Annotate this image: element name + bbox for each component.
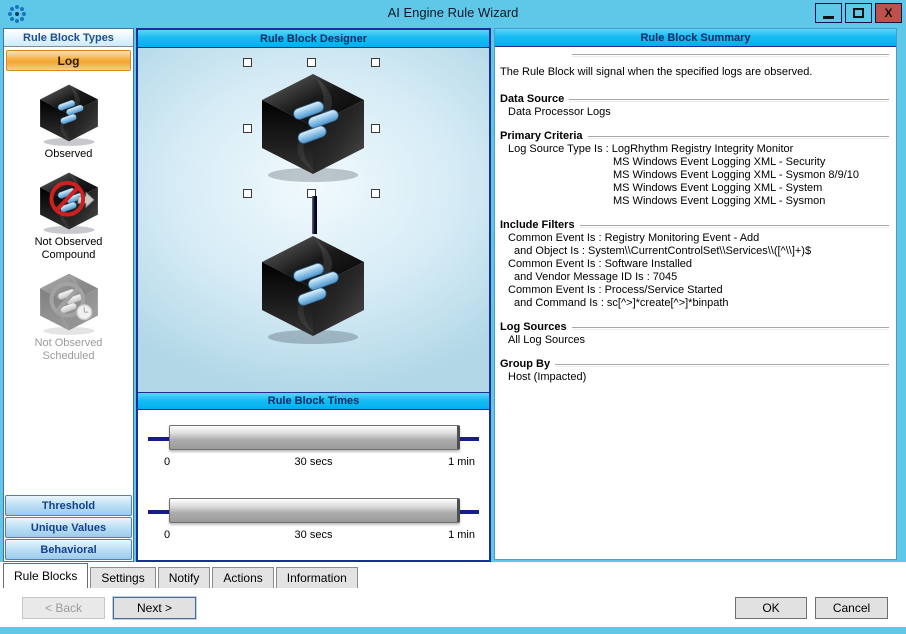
summary-intro-text: The Rule Block will signal when the spec… [500, 66, 889, 79]
section-line: MS Windows Event Logging XML - Sysmon [500, 195, 889, 208]
section-divider [588, 136, 889, 139]
slider2-mid-label: 30 secs [138, 529, 489, 541]
ok-button[interactable]: OK [735, 597, 807, 619]
section-line: MS Windows Event Logging XML - Security [500, 156, 889, 169]
type-item-label: Not Observed Compound [21, 236, 117, 262]
window-title: AI Engine Rule Wizard [0, 5, 906, 20]
section-title: Data Source [500, 93, 564, 106]
selection-handle[interactable] [243, 189, 252, 198]
rule-block-summary-body: The Rule Block will signal when the spec… [495, 47, 896, 559]
maximize-button[interactable] [845, 3, 872, 23]
section-title: Include Filters [500, 219, 575, 232]
maximize-icon [853, 8, 864, 18]
cancel-button[interactable]: Cancel [815, 597, 888, 619]
footer-bar: Rule Blocks Settings Notify Actions Info… [0, 562, 906, 627]
time-slider-range-2[interactable] [169, 498, 460, 523]
rule-block-types-panel: Rule Block Types Log Observed Not Observ… [3, 28, 134, 562]
section-line: MS Windows Event Logging XML - Sysmon 8/… [500, 169, 889, 182]
section-line: Data Processor Logs [500, 106, 889, 119]
rule-block-types-header: Rule Block Types [4, 29, 133, 47]
section-line: Common Event Is : Registry Monitoring Ev… [500, 232, 889, 245]
not-observed-compound-cube-icon [35, 167, 103, 235]
threshold-category-button[interactable]: Threshold [5, 495, 132, 516]
section-line: Common Event Is : Software Installed [500, 258, 889, 271]
tab-bar: Rule Blocks Settings Notify Actions Info… [3, 562, 360, 588]
rule-block-designer-panel: Rule Block Designer Rule Block Times 0 3… [136, 28, 491, 562]
section-line: and Object Is : System\\CurrentControlSe… [500, 245, 889, 258]
title-bar: AI Engine Rule Wizard X [0, 0, 906, 27]
slider2-max-label: 1 min [448, 529, 475, 541]
back-button[interactable]: < Back [22, 597, 105, 619]
type-item-not-observed-scheduled: Not Observed Scheduled [4, 268, 133, 363]
tab-settings[interactable]: Settings [90, 567, 155, 588]
log-category-button[interactable]: Log [6, 50, 131, 71]
section-line: Common Event Is : Process/Service Starte… [500, 284, 889, 297]
summary-divider [572, 54, 889, 57]
rule-block-1-cube[interactable] [253, 64, 373, 184]
section-title: Group By [500, 358, 550, 371]
tab-rule-blocks[interactable]: Rule Blocks [3, 563, 88, 588]
type-item-observed[interactable]: Observed [4, 79, 133, 161]
section-line: and Command Is : sc[^>]*create[^>]*binpa… [500, 297, 889, 310]
rule-block-designer-header: Rule Block Designer [138, 30, 489, 48]
selection-handle[interactable] [243, 58, 252, 67]
time-slider-range-1[interactable] [169, 425, 460, 450]
tab-actions[interactable]: Actions [212, 567, 273, 588]
section-divider [580, 225, 889, 228]
type-item-not-observed-compound[interactable]: Not Observed Compound [4, 167, 133, 262]
summary-section-group-by: Group By Host (Impacted) [500, 358, 889, 384]
section-divider [569, 99, 889, 102]
section-line: All Log Sources [500, 334, 889, 347]
summary-section-primary-criteria: Primary Criteria Log Source Type Is : Lo… [500, 130, 889, 208]
slider1-max-label: 1 min [448, 456, 475, 468]
minimize-button[interactable] [815, 3, 842, 23]
section-line: Host (Impacted) [500, 371, 889, 384]
window-controls: X [812, 3, 902, 23]
selection-handle[interactable] [243, 124, 252, 133]
unique-values-category-button[interactable]: Unique Values [5, 517, 132, 538]
section-line: MS Windows Event Logging XML - System [500, 182, 889, 195]
selection-handle[interactable] [371, 189, 380, 198]
rule-block-times-area: 0 30 secs 1 min 0 30 secs 1 min [138, 410, 489, 560]
rule-block-times-header: Rule Block Times [138, 392, 489, 410]
observed-cube-icon [35, 79, 103, 147]
tab-notify[interactable]: Notify [158, 567, 211, 588]
section-title: Log Sources [500, 321, 567, 334]
close-button[interactable]: X [875, 3, 902, 23]
ai-engine-rule-wizard-window: AI Engine Rule Wizard X Rule Block Types… [0, 0, 906, 634]
section-line: Log Source Type Is : LogRhythm Registry … [500, 143, 889, 156]
section-title: Primary Criteria [500, 130, 583, 143]
type-item-label: Observed [21, 148, 117, 161]
summary-section-include-filters: Include Filters Common Event Is : Regist… [500, 219, 889, 310]
section-divider [555, 364, 889, 367]
designer-canvas[interactable] [138, 48, 489, 392]
close-icon: X [884, 6, 892, 20]
summary-section-log-sources: Log Sources All Log Sources [500, 321, 889, 347]
type-item-label: Not Observed Scheduled [21, 337, 117, 363]
slider1-mid-label: 30 secs [138, 456, 489, 468]
not-observed-scheduled-cube-icon [35, 268, 103, 336]
rule-block-type-list: Observed Not Observed Compound [4, 73, 133, 494]
section-divider [572, 327, 889, 330]
rule-block-summary-panel: Rule Block Summary The Rule Block will s… [494, 28, 897, 560]
summary-section-data-source: Data Source Data Processor Logs [500, 93, 889, 119]
rule-block-2-cube[interactable] [253, 226, 373, 346]
rule-block-summary-header: Rule Block Summary [495, 29, 896, 47]
next-button[interactable]: Next > [113, 597, 196, 619]
behavioral-category-button[interactable]: Behavioral [5, 539, 132, 560]
tab-information[interactable]: Information [276, 567, 358, 588]
minimize-icon [823, 16, 834, 19]
section-line: and Vendor Message ID Is : 7045 [500, 271, 889, 284]
